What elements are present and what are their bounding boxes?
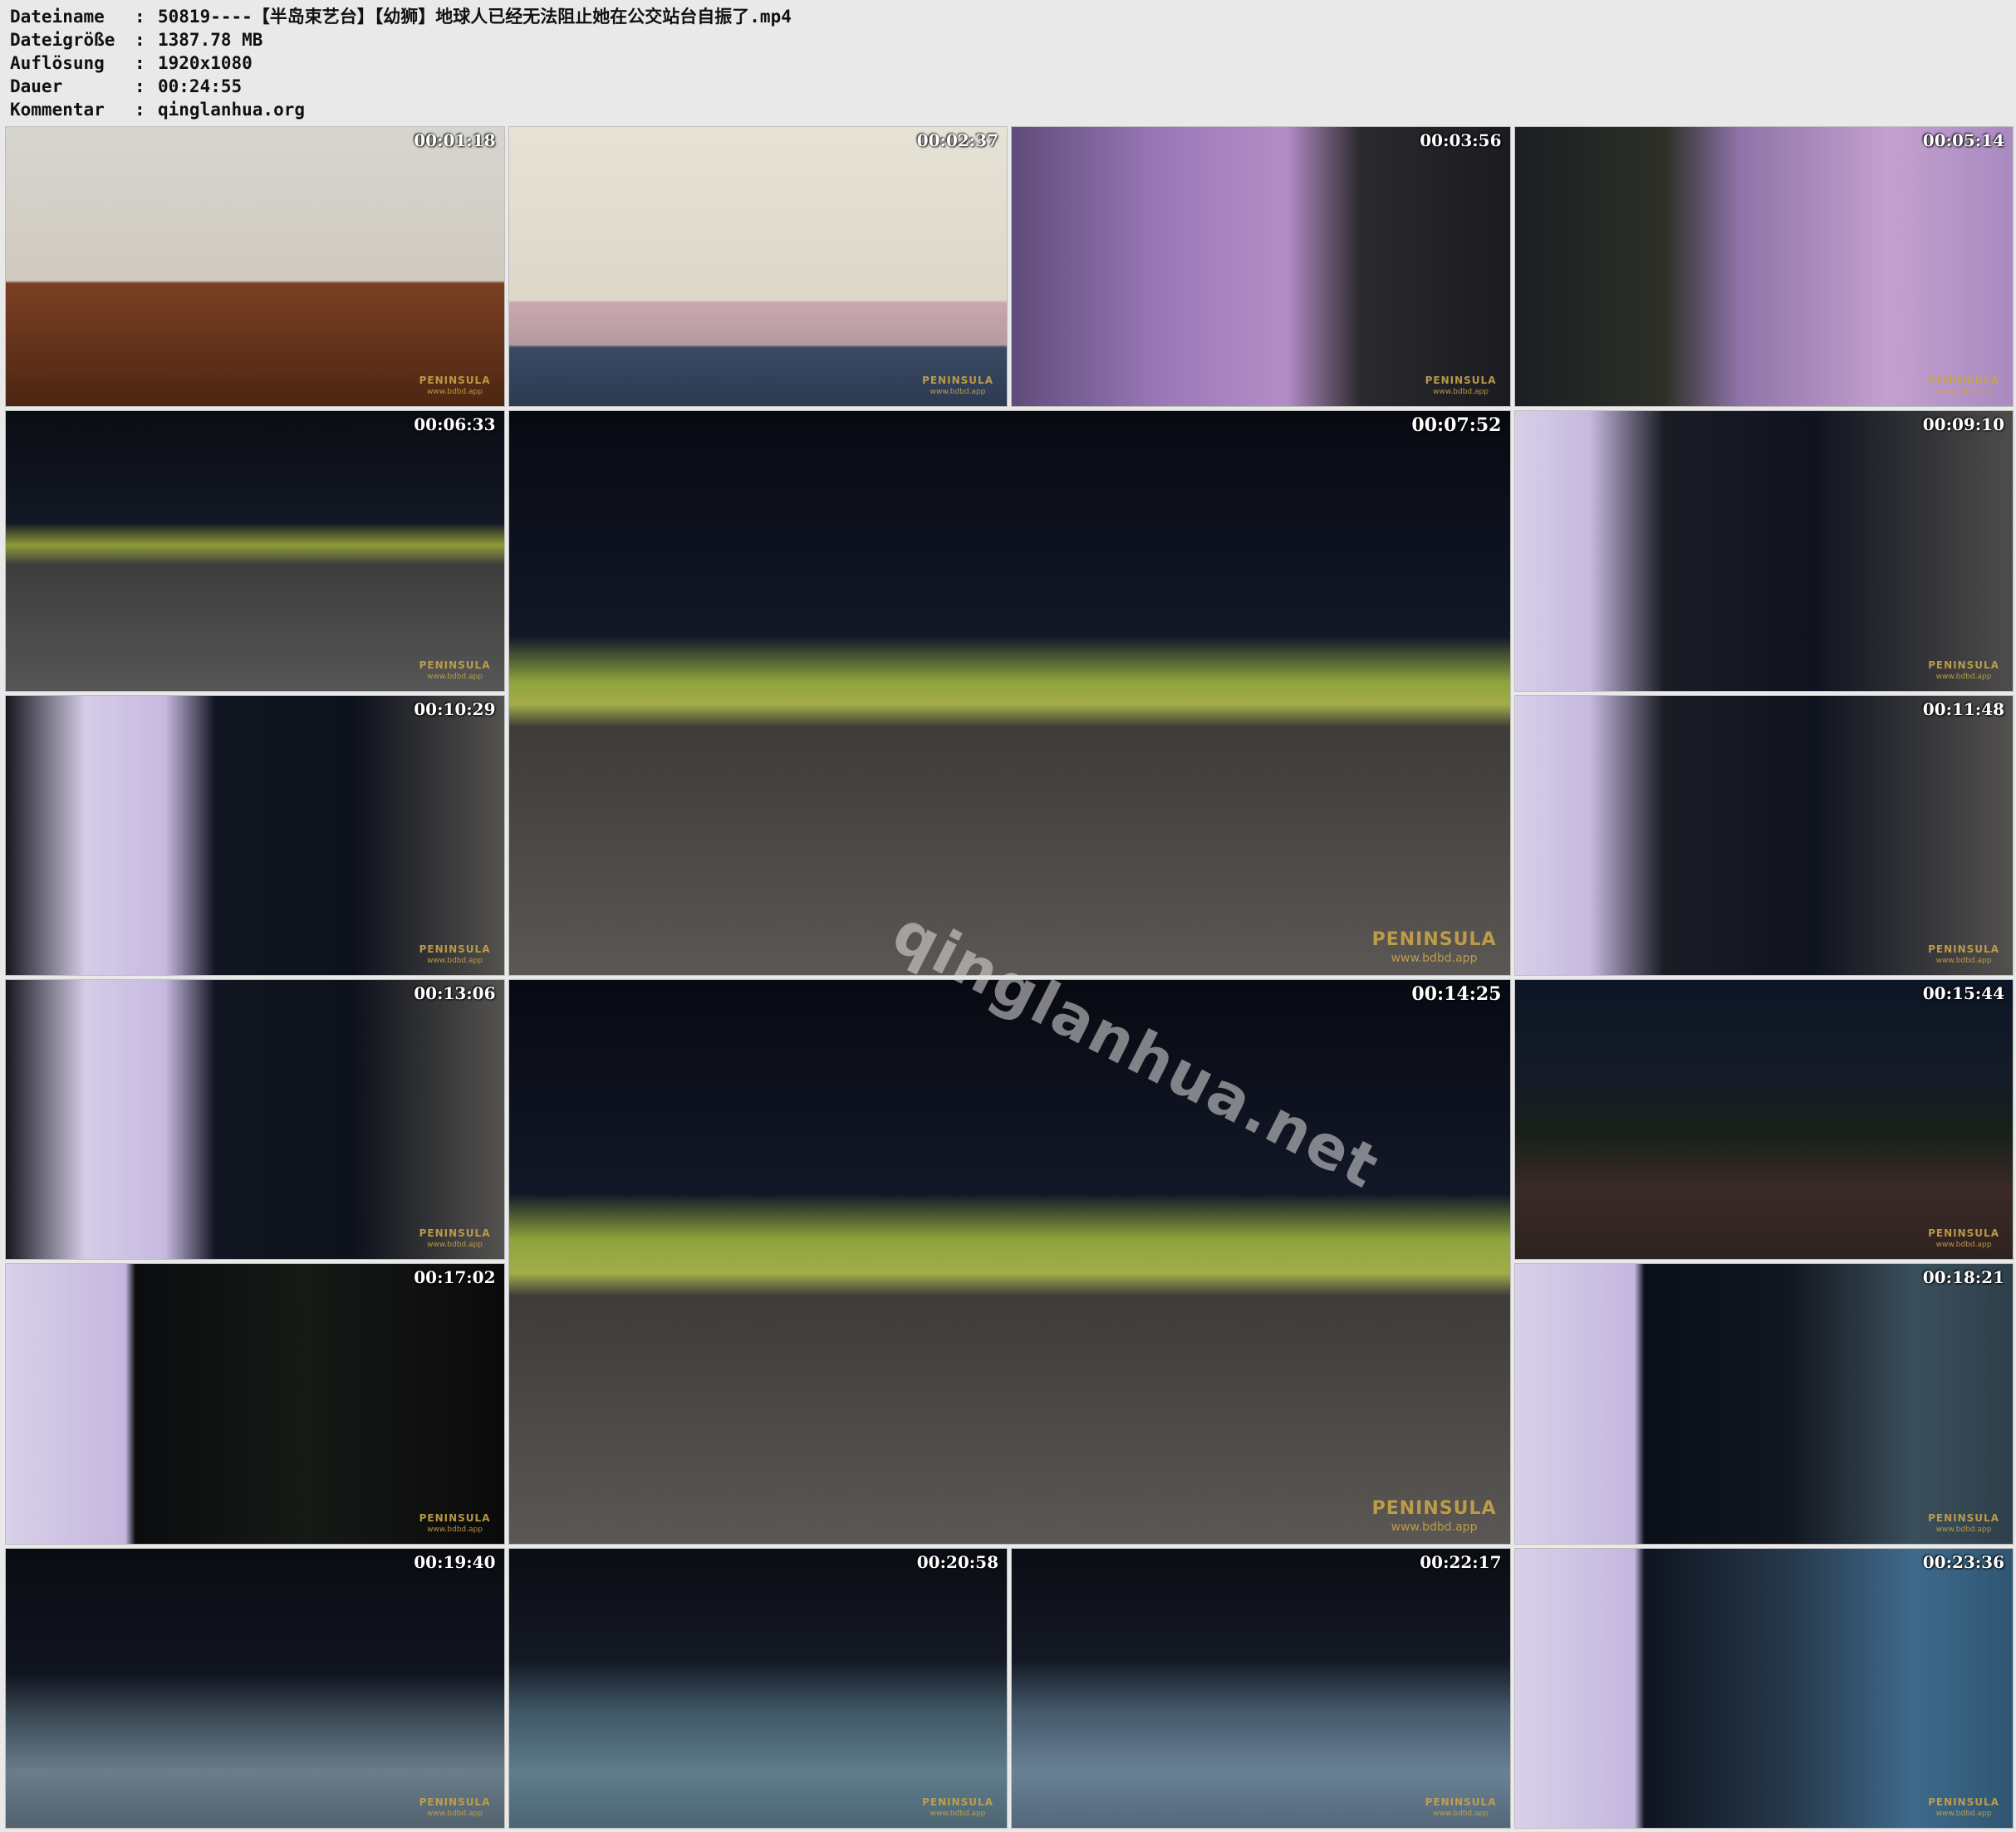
thumbnail[interactable]: 00:15:44 PENINSULA www.bdbd.app — [1513, 979, 2014, 1261]
thumbnail-image — [1012, 1548, 1510, 1828]
peninsula-logo: PENINSULA www.bdbd.app — [922, 1796, 993, 1818]
thumbnail[interactable]: 00:14:25 PENINSULA www.bdbd.app — [508, 979, 1511, 1545]
thumbnail[interactable]: 00:20:58 PENINSULA www.bdbd.app — [508, 1547, 1008, 1829]
timestamp-label: 00:15:44 — [1922, 983, 2004, 1003]
timestamp-label: 00:13:06 — [414, 983, 496, 1003]
thumbnail[interactable]: 00:13:06 PENINSULA www.bdbd.app — [5, 979, 505, 1261]
info-colon: : — [135, 7, 145, 27]
timestamp-label: 00:23:36 — [1922, 1551, 2004, 1572]
thumbnail-image — [508, 980, 1510, 1544]
timestamp-label: 00:18:21 — [1922, 1267, 2004, 1288]
timestamp-label: 00:09:10 — [1922, 414, 2004, 435]
peninsula-logo: PENINSULA www.bdbd.app — [1928, 1796, 1999, 1818]
thumbnail-image — [1012, 127, 1510, 407]
peninsula-logo: PENINSULA www.bdbd.app — [922, 375, 993, 397]
thumbnail-image — [6, 1264, 504, 1544]
peninsula-logo: PENINSULA www.bdbd.app — [419, 1227, 491, 1250]
info-label: Dateiname — [10, 7, 105, 27]
timestamp-label: 00:11:48 — [1922, 698, 2004, 719]
thumbnail-image — [6, 1548, 504, 1828]
timestamp-label: 00:01:18 — [414, 130, 496, 150]
thumbnail-image — [1514, 1264, 2013, 1544]
thumbnail[interactable]: 00:01:18 PENINSULA www.bdbd.app — [5, 126, 505, 408]
thumbnail[interactable]: 00:17:02 PENINSULA www.bdbd.app — [5, 1263, 505, 1545]
timestamp-label: 00:14:25 — [1411, 983, 1502, 1005]
peninsula-logo: PENINSULA www.bdbd.app — [1928, 375, 1999, 397]
thumbnail-image — [6, 695, 504, 975]
timestamp-label: 00:06:33 — [414, 414, 496, 435]
info-colon: : — [135, 76, 145, 96]
peninsula-logo: PENINSULA www.bdbd.app — [419, 1796, 491, 1818]
peninsula-logo: PENINSULA www.bdbd.app — [419, 943, 491, 965]
thumbnail[interactable]: 00:03:56 PENINSULA www.bdbd.app — [1011, 126, 1511, 408]
peninsula-logo: PENINSULA www.bdbd.app — [1928, 659, 1999, 681]
peninsula-logo: PENINSULA www.bdbd.app — [1928, 1227, 1999, 1250]
thumbnail[interactable]: 00:10:29 PENINSULA www.bdbd.app — [5, 694, 505, 976]
thumbnail[interactable]: 00:11:48 PENINSULA www.bdbd.app — [1513, 694, 2014, 976]
timestamp-label: 00:20:58 — [916, 1551, 998, 1572]
timestamp-label: 00:22:17 — [1420, 1551, 1502, 1572]
info-value-duration: 00:24:55 — [158, 76, 243, 96]
thumbnail-image — [508, 1548, 1007, 1828]
info-label: Auflösung — [10, 53, 105, 73]
info-row-resolution: Auflösung : 1920x1080 — [10, 51, 792, 75]
thumbnail-image — [6, 411, 504, 691]
peninsula-logo: PENINSULA www.bdbd.app — [1928, 1511, 1999, 1534]
thumbnail-image — [1514, 127, 2013, 407]
thumbnail-image — [6, 127, 504, 407]
info-colon: : — [135, 53, 145, 73]
peninsula-logo: PENINSULA www.bdbd.app — [1928, 943, 1999, 965]
timestamp-label: 00:03:56 — [1420, 130, 1502, 150]
info-label: Dauer — [10, 76, 63, 96]
timestamp-label: 00:17:02 — [414, 1267, 496, 1288]
info-label: Dateigröße — [10, 30, 115, 50]
timestamp-label: 00:19:40 — [414, 1551, 496, 1572]
peninsula-logo: PENINSULA www.bdbd.app — [1425, 1796, 1497, 1818]
info-colon: : — [135, 30, 145, 50]
thumbnail-image — [508, 411, 1510, 975]
info-value-filename: 50819----【半岛束艺台】【幼狮】地球人已经无法阻止她在公交站台自振了.m… — [158, 7, 792, 27]
peninsula-logo: PENINSULA www.bdbd.app — [1371, 929, 1497, 965]
timestamp-label: 00:05:14 — [1922, 130, 2004, 150]
info-row-filesize: Dateigröße : 1387.78 MB — [10, 28, 792, 51]
thumbnail[interactable]: 00:23:36 PENINSULA www.bdbd.app — [1513, 1547, 2014, 1829]
thumbnail-image — [6, 980, 504, 1260]
thumbnail[interactable]: 00:05:14 PENINSULA www.bdbd.app — [1513, 126, 2014, 408]
peninsula-logo: PENINSULA www.bdbd.app — [1371, 1497, 1497, 1534]
thumbnail-image — [1514, 1548, 2013, 1828]
info-colon: : — [135, 100, 145, 120]
info-row-comment: Kommentar : qinglanhua.org — [10, 98, 792, 121]
thumbnail[interactable]: 00:19:40 PENINSULA www.bdbd.app — [5, 1547, 505, 1829]
peninsula-logo: PENINSULA www.bdbd.app — [419, 375, 491, 397]
thumbnail-image — [1514, 695, 2013, 975]
info-label: Kommentar — [10, 100, 105, 120]
timestamp-label: 00:10:29 — [414, 698, 496, 719]
thumbnail-image — [508, 127, 1007, 407]
thumbnail-image — [1514, 411, 2013, 691]
info-value-filesize: 1387.78 MB — [158, 30, 263, 50]
thumbnail[interactable]: 00:02:37 PENINSULA www.bdbd.app — [508, 126, 1008, 408]
thumbnail[interactable]: 00:07:52 PENINSULA www.bdbd.app — [508, 410, 1511, 976]
info-value-resolution: 1920x1080 — [158, 53, 253, 73]
timestamp-label: 00:07:52 — [1411, 414, 1502, 437]
peninsula-logo: PENINSULA www.bdbd.app — [1425, 375, 1497, 397]
thumbnail[interactable]: 00:22:17 PENINSULA www.bdbd.app — [1011, 1547, 1511, 1829]
timestamp-label: 00:02:37 — [916, 130, 998, 150]
thumbnail[interactable]: 00:06:33 PENINSULA www.bdbd.app — [5, 410, 505, 692]
info-value-comment: qinglanhua.org — [158, 100, 306, 120]
info-row-duration: Dauer : 00:24:55 — [10, 75, 792, 98]
info-row-filename: Dateiname : 50819----【半岛束艺台】【幼狮】地球人已经无法阻… — [10, 5, 792, 28]
peninsula-logo: PENINSULA www.bdbd.app — [419, 1511, 491, 1534]
file-info-panel: Dateiname : 50819----【半岛束艺台】【幼狮】地球人已经无法阻… — [10, 5, 792, 121]
peninsula-logo: PENINSULA www.bdbd.app — [419, 659, 491, 681]
thumbnail[interactable]: 00:09:10 PENINSULA www.bdbd.app — [1513, 410, 2014, 692]
thumbnail-image — [1514, 980, 2013, 1260]
thumbnail[interactable]: 00:18:21 PENINSULA www.bdbd.app — [1513, 1263, 2014, 1545]
